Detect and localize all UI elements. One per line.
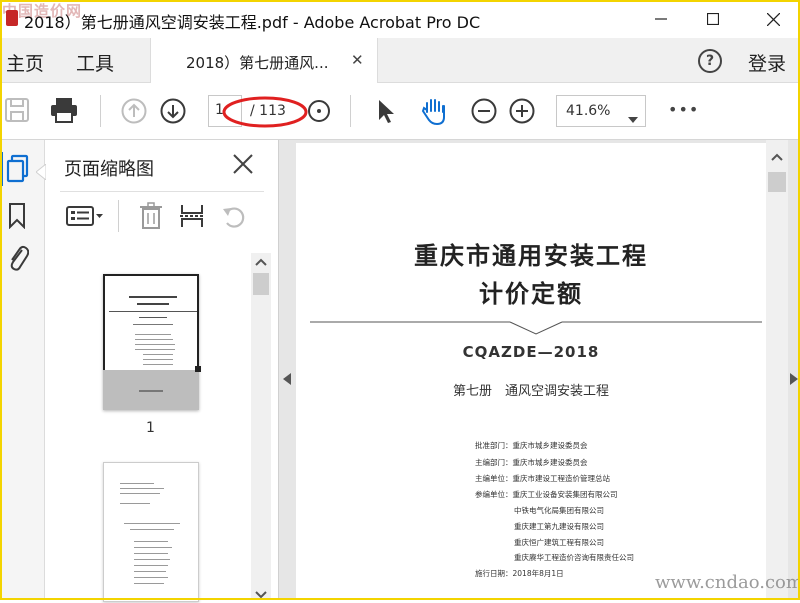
- zoom-out-icon[interactable]: [471, 98, 497, 128]
- panel-scroll-down-icon[interactable]: [255, 589, 267, 602]
- close-button[interactable]: [750, 0, 796, 38]
- close-panel-icon[interactable]: [233, 154, 253, 178]
- zoom-value: 41.6%: [566, 103, 611, 119]
- save-icon[interactable]: [4, 97, 30, 127]
- watermark-bottom: www.cndao.com: [655, 572, 800, 593]
- print-icon[interactable]: [50, 97, 78, 127]
- maximize-button[interactable]: [690, 0, 736, 38]
- panel-pointer: [36, 164, 46, 180]
- document-scroll-thumb[interactable]: [768, 172, 786, 192]
- toolbar-separator: [100, 95, 101, 127]
- next-page-icon[interactable]: [160, 98, 186, 128]
- doc-title-line-1: 重庆市通用安装工程: [414, 241, 648, 270]
- close-icon: [766, 12, 780, 26]
- bookmark-icon[interactable]: [8, 203, 26, 233]
- document-tab-close-icon[interactable]: ✕: [351, 51, 364, 69]
- acrobat-app-icon: [6, 10, 18, 26]
- doc-subtitle: 第七册 通风空调安装工程: [452, 384, 609, 399]
- collapse-right-icon[interactable]: [790, 370, 798, 389]
- select-tool-icon[interactable]: [376, 98, 396, 128]
- panel-scrollbar[interactable]: [251, 253, 271, 600]
- previous-page-icon[interactable]: [121, 98, 147, 128]
- doc-info-line: 批准部门：重庆市城乡建设委员会: [475, 441, 588, 450]
- doc-info-line: 重庆建工第九建设有限公司: [514, 522, 604, 531]
- panel-separator: [118, 200, 119, 232]
- document-tab-label: 2018）第七册通风...: [186, 54, 329, 72]
- attachment-icon[interactable]: [5, 242, 30, 276]
- page-thumbnails-icon[interactable]: [6, 154, 30, 188]
- doc-info-line: 参编单位：重庆工业设备安装集团有限公司: [475, 490, 618, 499]
- doc-divider: [310, 321, 762, 335]
- panel-divider: [60, 191, 264, 192]
- chevron-down-icon: [628, 108, 638, 127]
- more-tools-icon[interactable]: •••: [668, 100, 699, 119]
- rotate-page-icon[interactable]: [221, 203, 249, 235]
- home-tab[interactable]: 主页: [6, 49, 44, 76]
- thumbnail-footer-line: [139, 390, 163, 392]
- help-icon[interactable]: ?: [698, 49, 722, 73]
- document-scrollbar[interactable]: [766, 140, 788, 600]
- active-rail-indicator: [0, 152, 3, 186]
- collapse-left-icon[interactable]: [283, 370, 291, 389]
- doc-info-line: 重庆赓华工程造价咨询有限责任公司: [514, 553, 634, 562]
- window-title: 2018）第七册通风空调安装工程.pdf - Adobe Acrobat Pro…: [24, 13, 481, 32]
- tools-tab[interactable]: 工具: [76, 49, 114, 76]
- toolbar-separator: [350, 95, 351, 127]
- panel-scroll-thumb[interactable]: [253, 273, 269, 295]
- pdf-page: [296, 143, 766, 603]
- rotate-icon[interactable]: [307, 98, 331, 128]
- doc-code: CQAZDE—2018: [462, 343, 600, 361]
- zoom-in-icon[interactable]: [509, 98, 535, 128]
- login-link[interactable]: 登录: [748, 49, 786, 76]
- extract-page-icon[interactable]: [179, 202, 205, 234]
- maximize-icon: [707, 13, 719, 25]
- minimize-icon: [655, 18, 667, 20]
- page-thumbnail-2[interactable]: [103, 462, 199, 602]
- doc-info-line: 主编部门：重庆市城乡建设委员会: [475, 458, 588, 467]
- annotation-ellipse: [222, 96, 308, 128]
- panel-title: 页面缩略图: [64, 159, 154, 180]
- hand-tool-icon[interactable]: [420, 96, 450, 130]
- doc-info-line: 重庆恒广建筑工程有限公司: [514, 538, 604, 547]
- nav-bar: [0, 38, 800, 83]
- doc-title-line-2: 计价定额: [479, 279, 583, 308]
- doc-scroll-up-icon[interactable]: [771, 146, 783, 165]
- page-thumbnail-1-label: 1: [146, 420, 155, 436]
- panel-scroll-up-icon[interactable]: [255, 256, 267, 269]
- doc-info-line: 中铁电气化局集团有限公司: [514, 506, 604, 515]
- thumbnail-resize-handle[interactable]: [195, 366, 201, 372]
- delete-page-icon[interactable]: [139, 202, 163, 234]
- thumbnail-options-icon[interactable]: [66, 205, 104, 231]
- doc-info-line: 施行日期：2018年8月1日: [475, 569, 564, 578]
- minimize-button[interactable]: [638, 0, 684, 38]
- doc-info-line: 主编单位：重庆市建设工程造价管理总站: [475, 474, 610, 483]
